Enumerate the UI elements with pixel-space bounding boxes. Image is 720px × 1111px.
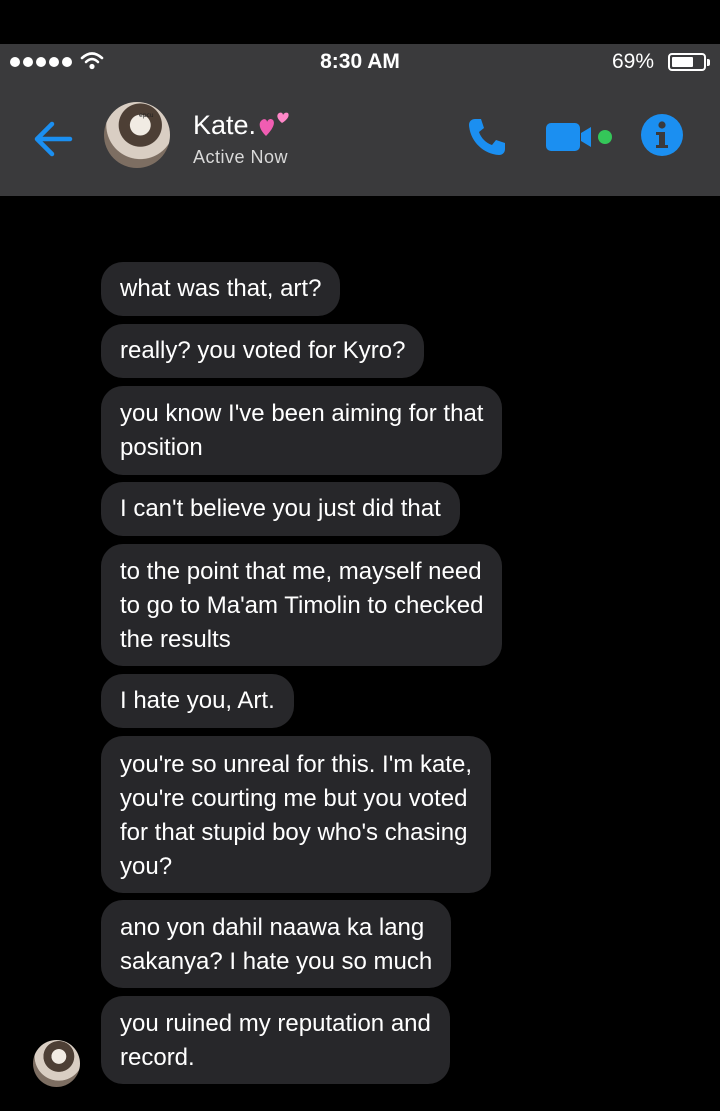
contact-name[interactable]: Kate. bbox=[193, 110, 256, 141]
message-bubble[interactable]: I can't believe you just did that bbox=[101, 482, 460, 536]
contact-status: Active Now bbox=[193, 147, 289, 167]
sender-avatar[interactable] bbox=[33, 1040, 80, 1087]
back-arrow-icon[interactable] bbox=[30, 117, 78, 161]
status-bar: 8:30 AM 69% bbox=[0, 44, 720, 80]
message-bubble[interactable]: to the point that me, mayself need to go… bbox=[101, 544, 503, 666]
chat-header: epcu Kate. Active Now bbox=[0, 80, 720, 196]
phone-call-icon[interactable] bbox=[466, 116, 508, 158]
contact-avatar[interactable]: epcu bbox=[104, 102, 170, 168]
message-bubble[interactable]: really? you voted for Kyro? bbox=[101, 324, 425, 378]
battery-percentage: 69% bbox=[611, 50, 654, 73]
video-call-icon[interactable] bbox=[546, 121, 616, 153]
message-bubble[interactable]: I hate you, Art. bbox=[101, 674, 294, 728]
message-bubble[interactable]: you ruined my reputation and record. bbox=[101, 996, 450, 1084]
two-hearts-icon bbox=[259, 112, 289, 136]
message-bubble[interactable]: you know I've been aiming for that posit… bbox=[101, 386, 503, 475]
battery-icon bbox=[668, 53, 710, 71]
message-bubble[interactable]: ano yon dahil naawa ka lang sakanya? I h… bbox=[101, 900, 452, 988]
info-icon[interactable] bbox=[640, 113, 684, 157]
message-bubble[interactable]: you're so unreal for this. I'm kate, you… bbox=[101, 736, 491, 893]
message-bubble[interactable]: what was that, art? bbox=[101, 262, 341, 316]
avatar-tag: epcu bbox=[139, 112, 154, 119]
